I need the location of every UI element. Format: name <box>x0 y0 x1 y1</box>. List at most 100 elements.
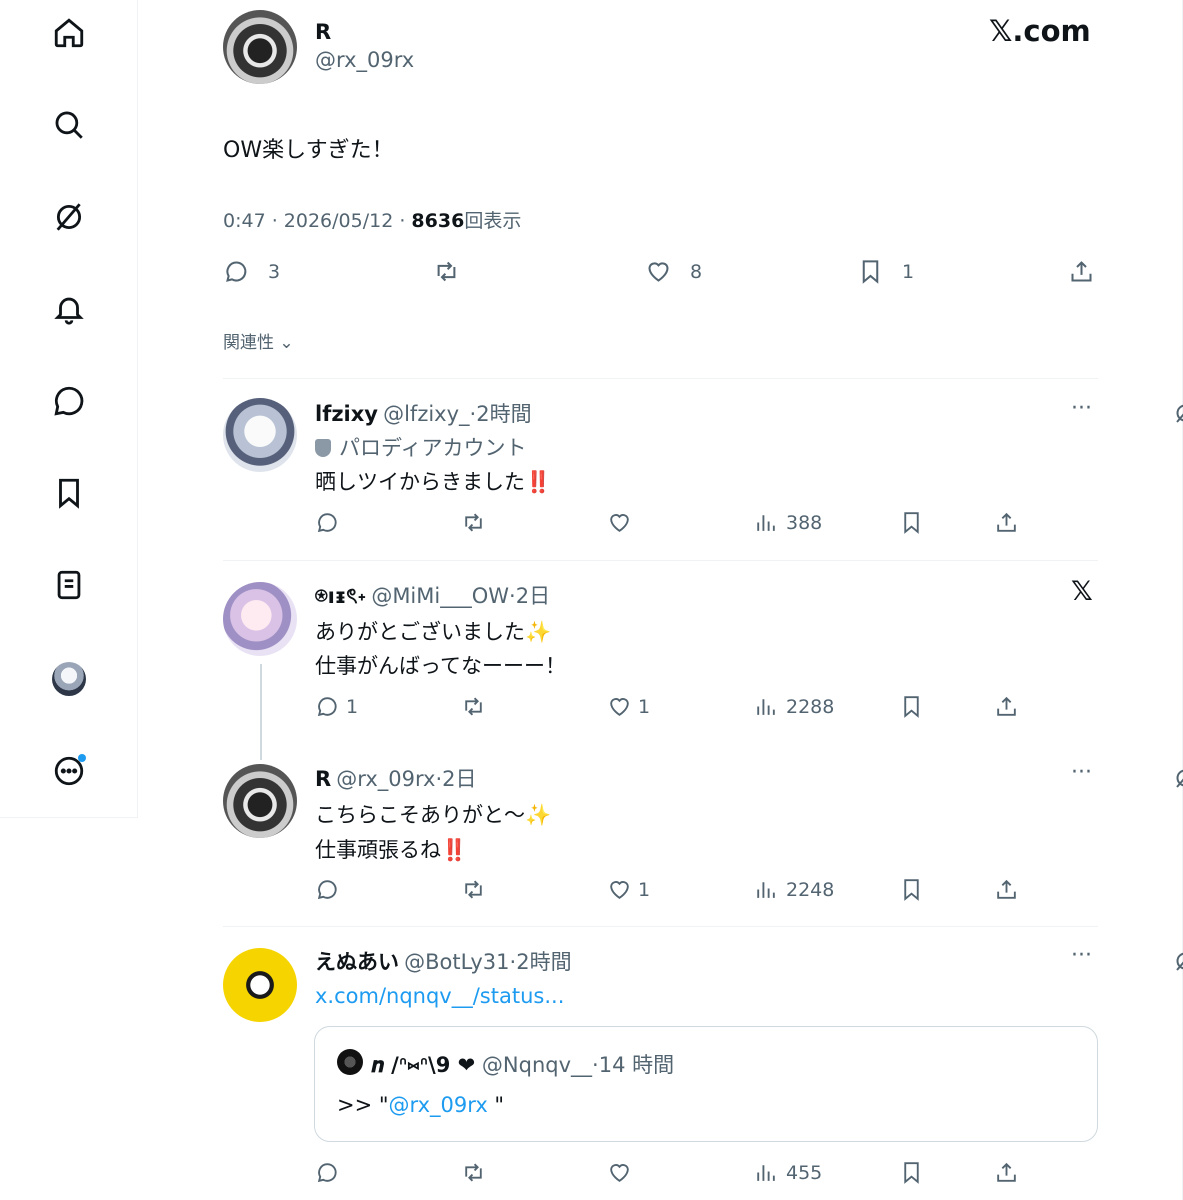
views-icon <box>757 882 775 898</box>
quoted-text-prefix: >> " <box>337 1093 389 1117</box>
reply-time[interactable]: 2時間 <box>476 402 531 426</box>
reply-author-name[interactable]: lfzixy <box>315 402 378 426</box>
sparkles-emoji: ✨ <box>525 803 552 827</box>
repost-icon <box>465 513 482 532</box>
grok-icon[interactable] <box>1173 766 1183 790</box>
reply-icon <box>317 697 337 717</box>
share-button[interactable] <box>994 877 1019 902</box>
share-button[interactable] <box>1068 258 1095 285</box>
reply-author-handle[interactable]: @lfzixy_ <box>383 402 469 426</box>
home-icon[interactable] <box>50 14 88 52</box>
side-nav <box>0 0 138 818</box>
more-options-icon[interactable]: ··· <box>1071 943 1092 968</box>
reply-author-name[interactable]: えぬあい <box>315 950 399 974</box>
bookmark-button[interactable]: 1 <box>857 258 914 285</box>
more-options-icon[interactable]: ··· <box>1071 396 1092 421</box>
chevron-down-icon: ⌄ <box>279 333 294 353</box>
reply-author-handle[interactable]: @rx_09rx <box>336 767 435 791</box>
views-button[interactable]: 455 <box>753 1160 822 1185</box>
grok-icon[interactable] <box>1173 949 1183 973</box>
share-icon <box>997 879 1016 899</box>
share-button[interactable] <box>994 694 1019 719</box>
status-link[interactable]: x.com/nqnqv__/status... <box>315 984 564 1008</box>
avatar[interactable] <box>223 10 297 84</box>
reply-icon <box>317 513 337 533</box>
search-icon[interactable] <box>50 106 88 144</box>
repost-button[interactable] <box>461 694 486 719</box>
messages-icon[interactable] <box>50 382 88 420</box>
brand-logo: 𝕏.com <box>989 14 1091 48</box>
bookmarks-icon[interactable] <box>50 474 88 512</box>
divider <box>223 926 1098 927</box>
avatar[interactable] <box>223 764 297 838</box>
repost-button[interactable] <box>461 510 486 535</box>
author-handle[interactable]: @rx_09rx <box>315 48 414 72</box>
reply-text: 晒しツイからきました‼️ <box>315 466 551 496</box>
reply-button[interactable] <box>315 510 340 535</box>
reply-button[interactable] <box>315 1160 340 1185</box>
share-icon <box>997 512 1016 532</box>
sort-dropdown[interactable]: 関連性 ⌄ <box>223 328 294 353</box>
avatar[interactable] <box>223 948 297 1022</box>
like-button[interactable]: 8 <box>645 258 702 285</box>
like-button[interactable]: 1 <box>607 877 650 902</box>
x-logo-icon: 𝕏 <box>1071 576 1093 607</box>
bookmark-icon <box>904 879 919 901</box>
reply-header: えぬあい @BotLy31·2時間 <box>315 946 572 976</box>
mask-icon <box>315 439 331 457</box>
reply-button[interactable]: 3 <box>223 258 280 285</box>
reply-button[interactable]: 1 <box>315 694 358 719</box>
reply-count: 3 <box>268 260 281 283</box>
like-button[interactable]: 1 <box>607 694 650 719</box>
repost-icon <box>465 1163 482 1182</box>
author-name[interactable]: R <box>315 20 331 44</box>
badge-label: パロディアカウント <box>339 436 527 460</box>
repost-button[interactable] <box>461 1160 486 1185</box>
reply-author-name[interactable]: ⍟ıᵻৎ˖ <box>315 584 366 608</box>
repost-button[interactable] <box>461 877 486 902</box>
views-button[interactable]: 388 <box>753 510 822 535</box>
mention-link[interactable]: @rx_09rx <box>389 1093 488 1117</box>
post-time[interactable]: 0:47 · 2026/05/12 · <box>223 210 411 232</box>
reply-time[interactable]: 2日 <box>516 584 550 608</box>
bookmark-button[interactable] <box>899 694 924 719</box>
reply-button[interactable] <box>315 877 340 902</box>
bookmark-button[interactable] <box>899 1160 924 1185</box>
views-button[interactable]: 2248 <box>753 877 834 902</box>
reply-author-handle[interactable]: @MiMi___OW <box>371 584 509 608</box>
like-button[interactable] <box>607 510 632 535</box>
grok-icon[interactable] <box>50 198 88 236</box>
avatar[interactable] <box>223 398 297 472</box>
more-options-icon[interactable]: ··· <box>1071 760 1092 785</box>
repost-button[interactable] <box>433 258 460 285</box>
more-icon[interactable] <box>50 752 88 790</box>
share-icon <box>997 1162 1016 1182</box>
reply-time[interactable]: 2日 <box>442 767 476 791</box>
post-meta: 0:47 · 2026/05/12 · 8636回表示 <box>223 206 521 233</box>
notifications-icon[interactable] <box>50 290 88 328</box>
like-count: 1 <box>638 878 651 901</box>
profile-avatar[interactable] <box>50 660 88 698</box>
avatar[interactable] <box>223 582 297 656</box>
reply-time[interactable]: 2時間 <box>516 950 571 974</box>
share-button[interactable] <box>994 510 1019 535</box>
views-button[interactable]: 2288 <box>753 694 834 719</box>
like-button[interactable] <box>607 1160 632 1185</box>
reply-author-name[interactable]: R <box>315 767 331 791</box>
reply-text: ありがとございました✨ <box>315 616 551 646</box>
bookmark-button[interactable] <box>899 510 924 535</box>
heart-icon <box>610 514 629 532</box>
sort-label: 関連性 <box>223 333 274 353</box>
heart-icon <box>648 262 669 282</box>
repost-icon <box>465 697 482 716</box>
quoted-header: 𝒏 /ᐢ⑅ᐢ\9 ❤ @Nqnqv__·14 時間 <box>371 1049 674 1079</box>
reply-text-line: ありがとございました <box>315 620 525 644</box>
quoted-post[interactable]: 𝒏 /ᐢ⑅ᐢ\9 ❤ @Nqnqv__·14 時間 >> "@rx_09rx " <box>314 1026 1098 1142</box>
reply-author-handle[interactable]: @BotLy31 <box>404 950 509 974</box>
reply-icon <box>226 261 247 282</box>
quoted-time: 14 時間 <box>598 1053 675 1077</box>
bookmark-button[interactable] <box>899 877 924 902</box>
lists-icon[interactable] <box>50 566 88 604</box>
grok-icon[interactable] <box>1173 401 1183 425</box>
share-button[interactable] <box>994 1160 1019 1185</box>
